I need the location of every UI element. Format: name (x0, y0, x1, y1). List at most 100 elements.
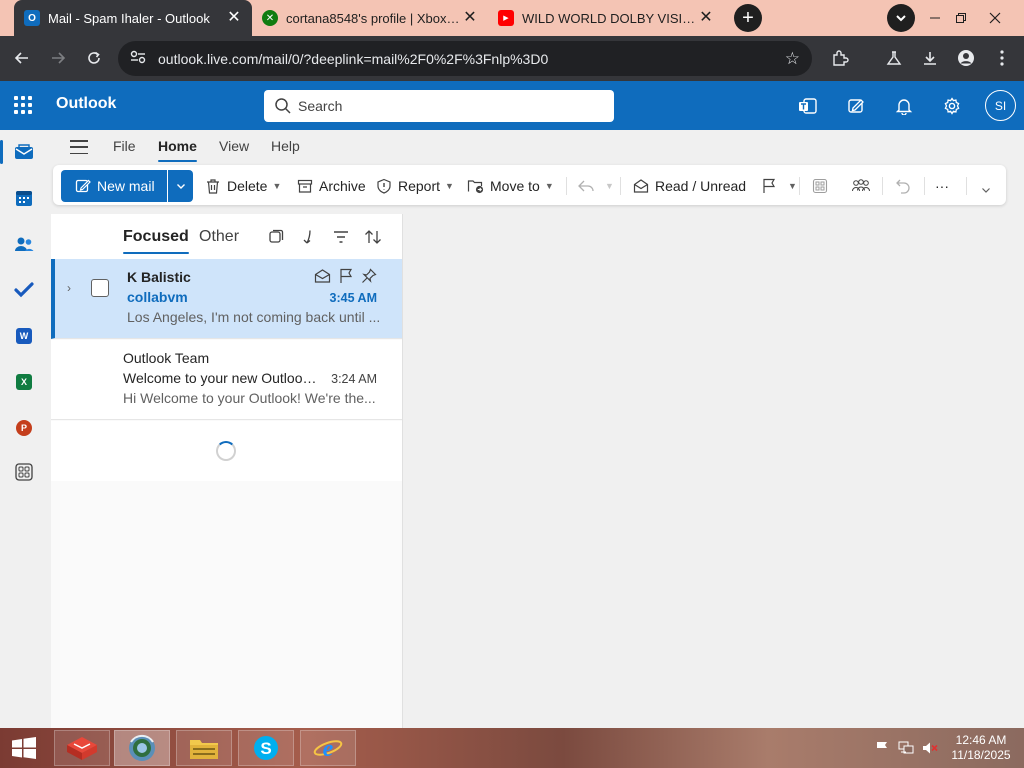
jump-to-icon[interactable] (299, 227, 319, 247)
flag-button[interactable]: ▼ (760, 170, 797, 202)
browser-tab-outlook[interactable]: O Mail - Spam Ihaler - Outlook ✕ (14, 0, 252, 36)
notes-icon[interactable] (843, 93, 869, 119)
chevron-down-icon: ▼ (272, 181, 282, 191)
message-preview: Los Angeles, I'm not coming back until .… (127, 309, 381, 325)
rail-mail[interactable] (0, 132, 48, 172)
rail-people[interactable] (0, 224, 48, 264)
action-center-flag-icon[interactable] (874, 740, 890, 756)
windows-taskbar: S e 12:46 AM 11/18/2025 (0, 728, 1024, 768)
calendar-icon (16, 191, 32, 206)
read-unread-button[interactable]: Read / Unread (632, 170, 746, 202)
close-tab-icon[interactable]: ✕ (226, 10, 242, 26)
avatar[interactable]: SI (985, 90, 1016, 121)
rail-powerpoint[interactable]: P (0, 408, 48, 448)
download-icon[interactable] (916, 44, 944, 72)
browser-tab-youtube[interactable]: ▶ WILD WORLD DOLBY VISION™ ✕ (488, 0, 724, 36)
rail-todo[interactable] (0, 270, 48, 310)
skype-icon: S (254, 736, 278, 760)
browser-globe-icon (129, 735, 155, 761)
more-options-button[interactable]: ··· (935, 170, 949, 202)
select-mode-icon[interactable] (266, 227, 286, 247)
new-mail-label: New mail (97, 178, 155, 194)
pin-icon[interactable] (361, 268, 377, 284)
archive-label: Archive (319, 178, 366, 194)
message-checkbox[interactable] (91, 279, 109, 297)
toolbox-app-icon (67, 737, 97, 760)
close-tab-icon[interactable]: ✕ (698, 10, 714, 26)
system-clock[interactable]: 12:46 AM 11/18/2025 (948, 733, 1014, 763)
rail-word[interactable]: W (0, 316, 48, 356)
svg-text:S: S (260, 739, 271, 758)
hamburger-menu-icon[interactable] (70, 140, 88, 154)
reload-icon[interactable] (80, 44, 108, 72)
app-brand[interactable]: Outlook (56, 95, 116, 113)
search-input[interactable]: Search (264, 90, 614, 122)
app-launcher-icon[interactable] (14, 96, 32, 114)
rail-calendar[interactable] (0, 178, 48, 218)
taskbar-app-explorer[interactable] (176, 730, 232, 766)
tab-search-chevron-icon[interactable] (887, 4, 915, 32)
volume-muted-icon[interactable] (922, 740, 938, 756)
taskbar-app-toolbox[interactable] (54, 730, 110, 766)
list-item[interactable]: Outlook Team Welcome to your new Outlook… (51, 340, 402, 420)
rail-more-apps[interactable] (0, 452, 48, 492)
taskbar-app-internet-explorer[interactable]: e (300, 730, 356, 766)
reply-button[interactable]: ▼ (577, 170, 614, 202)
grid-layout-button[interactable] (811, 170, 834, 202)
labs-flask-icon[interactable] (880, 44, 908, 72)
close-window-icon[interactable] (980, 0, 1010, 36)
forward-arrow-icon[interactable] (44, 44, 72, 72)
taskbar-app-chrome[interactable] (114, 730, 170, 766)
message-sender: K Balistic (127, 269, 191, 285)
address-bar[interactable]: outlook.live.com/mail/0/?deeplink=mail%2… (118, 41, 812, 76)
undo-button[interactable] (894, 170, 917, 202)
new-tab-button[interactable]: + (734, 4, 762, 32)
network-icon[interactable] (898, 740, 914, 756)
profile-icon[interactable] (952, 44, 980, 72)
delete-button[interactable]: Delete ▼ (204, 170, 281, 202)
archive-button[interactable]: Archive (296, 170, 366, 202)
message-list-header: Focused Other (51, 214, 402, 259)
bookmark-star-icon[interactable]: ☆ (785, 49, 800, 69)
tab-other[interactable]: Other (199, 228, 239, 246)
teams-icon[interactable] (795, 93, 821, 119)
new-mail-button[interactable]: New mail (61, 170, 167, 202)
todo-check-icon (14, 282, 34, 298)
browser-tab-xbox[interactable]: ✕ cortana8548's profile | Xbox Clo ✕ (252, 0, 488, 36)
bell-icon[interactable] (891, 93, 917, 119)
sort-icon[interactable] (363, 227, 383, 247)
mark-read-envelope-icon[interactable] (314, 268, 331, 284)
tab-file[interactable]: File (113, 138, 136, 154)
ribbon-divider (566, 177, 567, 195)
tab-view[interactable]: View (219, 138, 249, 154)
tab-focused[interactable]: Focused (123, 228, 189, 254)
taskbar-app-skype[interactable]: S (238, 730, 294, 766)
envelope-open-icon (632, 177, 650, 195)
back-arrow-icon[interactable] (8, 44, 36, 72)
ribbon-divider (882, 177, 883, 195)
url-text[interactable]: outlook.live.com/mail/0/?deeplink=mail%2… (158, 51, 785, 67)
site-settings-icon[interactable] (130, 50, 148, 67)
report-button[interactable]: Report ▼ (375, 170, 454, 202)
filter-icon[interactable] (331, 227, 351, 247)
list-item[interactable]: › K Balistic collabvm 3:45 AM Los Angele… (51, 259, 402, 339)
start-button[interactable] (0, 728, 48, 768)
rail-excel[interactable]: X (0, 362, 48, 402)
word-icon: W (16, 328, 32, 344)
chevron-right-icon[interactable]: › (67, 281, 71, 295)
close-tab-icon[interactable]: ✕ (462, 10, 478, 26)
browser-menu-icon[interactable] (988, 44, 1016, 72)
new-mail-dropdown-chevron-icon[interactable] (168, 170, 193, 202)
grid-icon (811, 177, 829, 195)
move-to-button[interactable]: Move to ▼ (467, 170, 554, 202)
flag-icon[interactable] (339, 268, 353, 284)
restore-icon[interactable] (946, 0, 976, 36)
tab-help[interactable]: Help (271, 138, 300, 154)
expand-ribbon-chevron-icon[interactable] (981, 178, 991, 202)
groups-button[interactable] (851, 170, 876, 202)
ribbon-divider (924, 177, 925, 195)
gear-icon[interactable] (939, 93, 965, 119)
tab-home[interactable]: Home (158, 138, 197, 162)
extensions-icon[interactable] (826, 44, 854, 72)
message-time: 3:24 AM (331, 372, 377, 386)
